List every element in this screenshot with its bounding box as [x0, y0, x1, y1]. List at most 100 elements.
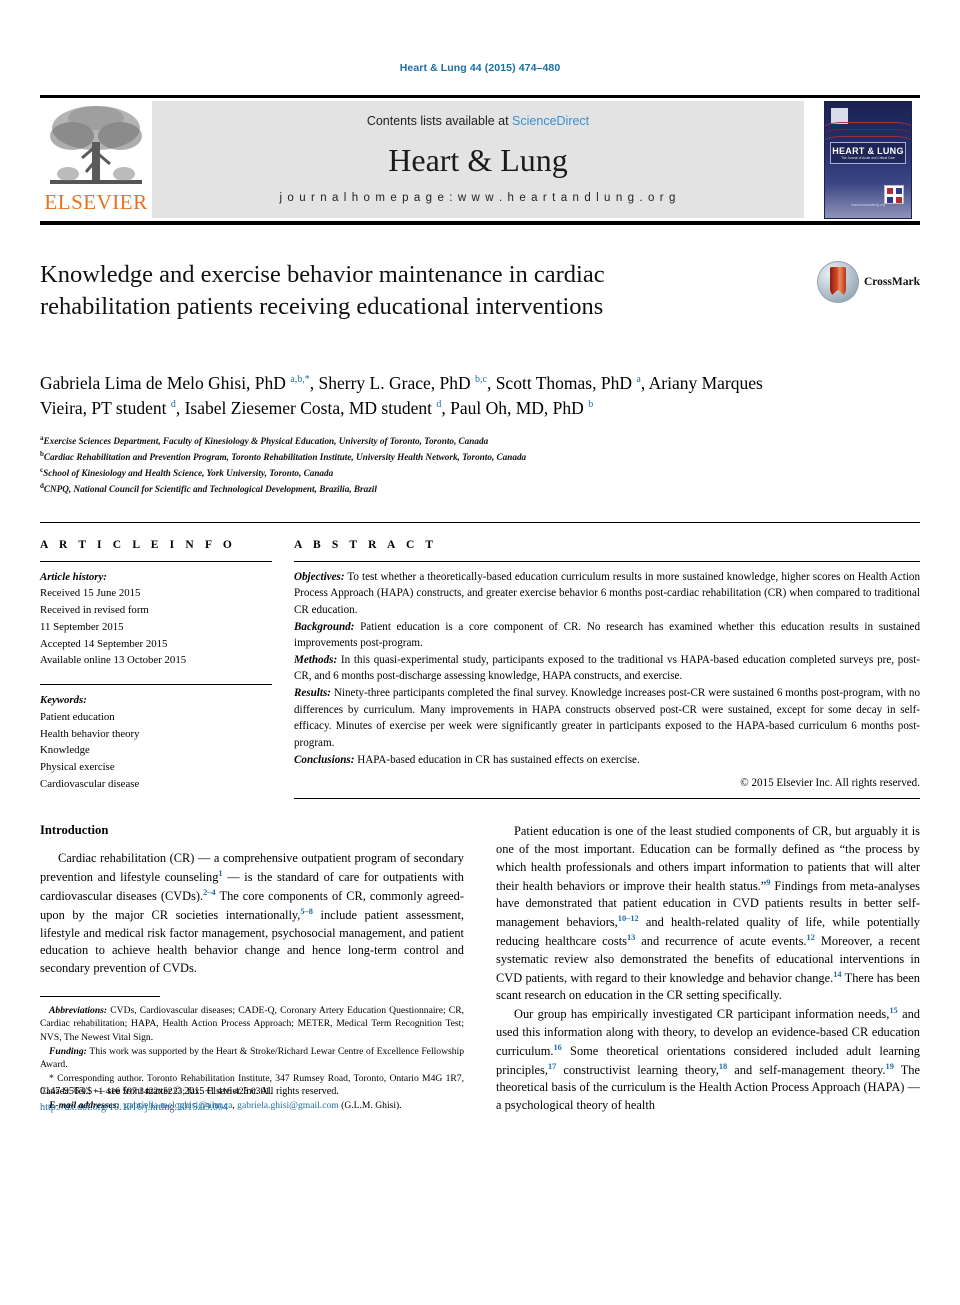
author-list: Gabriela Lima de Melo Ghisi, PhD a,b,*, … [40, 371, 780, 421]
abstract-section-text: Patient education is a core component of… [294, 620, 920, 650]
abstract-rule-bottom [294, 798, 920, 800]
abstract-section-text: Ninety-three participants completed the … [294, 687, 920, 750]
paragraph-text: Our group has empirically investigated C… [514, 1007, 890, 1022]
citation-reference[interactable]: 19 [886, 1062, 894, 1071]
author-name: Isabel Ziesemer Costa, MD student [184, 397, 437, 418]
citation-reference[interactable]: 18 [719, 1062, 727, 1071]
abstract-section-text: HAPA-based education in CR has sustained… [354, 753, 640, 766]
paragraph-text: and recurrence of acute events. [635, 934, 807, 949]
crossmark-label: CrossMark [863, 276, 920, 288]
abstract-text: Objectives: To test whether a theoretica… [294, 569, 920, 769]
body-paragraph: Patient education is one of the least st… [496, 823, 920, 1005]
citation-reference[interactable]: 15 [889, 1006, 897, 1015]
article-history-items: Received 15 June 2015 Received in revised… [40, 585, 272, 669]
contents-list-line: Contents lists available at ScienceDirec… [367, 114, 589, 128]
affiliation-item: dCNPQ, National Council for Scientific a… [40, 481, 920, 497]
affiliation-list: aExercise Sciences Department, Faculty o… [40, 433, 920, 498]
footnote-abbreviations: Abbreviations: CVDs, Cardiovascular dise… [40, 1004, 464, 1045]
title-block: Knowledge and exercise behavior maintena… [40, 259, 920, 355]
body-columns: Introduction Cardiac rehabilitation (CR)… [40, 823, 920, 1115]
article-history-item: Accepted 14 September 2015 [40, 637, 168, 650]
keyword-item: Cardiovascular disease [40, 777, 140, 790]
body-paragraph: Cardiac rehabilitation (CR) — a comprehe… [40, 850, 464, 978]
affiliation-item: cSchool of Kinesiology and Health Scienc… [40, 465, 920, 481]
abstract-section-label: Conclusions: [294, 753, 355, 766]
doi-link[interactable]: http://dx.doi.org/10.1016/j.hrtlng.2015.… [40, 1100, 464, 1115]
citation-reference[interactable]: 10–12 [618, 914, 639, 923]
journal-title: Heart & Lung [388, 142, 568, 178]
author-affiliation-marker: b [588, 399, 594, 411]
info-rule-mid [40, 684, 272, 686]
keyword-item: Physical exercise [40, 760, 115, 773]
author-name: Sherry L. Grace, PhD [318, 373, 475, 393]
abstract-section: Background: Patient education is a core … [294, 619, 920, 652]
elsevier-wordmark: ELSEVIER [44, 190, 148, 214]
author-affiliation-marker: b,c [475, 374, 487, 386]
author-separator: , [640, 373, 649, 393]
article-history-block: Article history: Received 15 June 2015 Re… [40, 569, 272, 669]
crossmark-badge[interactable]: CrossMark [816, 261, 920, 303]
keyword-item: Health behavior theory [40, 727, 140, 740]
citation-reference[interactable]: 5–8 [300, 907, 313, 916]
author-affiliation-marker: a,b,* [290, 374, 310, 386]
paragraph-text: and self-management theory. [727, 1062, 886, 1077]
article-history-label: Article history: [40, 570, 107, 583]
funding-text: This work was supported by the Heart & S… [40, 1045, 464, 1071]
abstract-section-text: In this quasi-experimental study, partic… [294, 653, 920, 683]
article-history-item: Available online 13 October 2015 [40, 654, 187, 667]
running-head: Heart & Lung 44 (2015) 474–480 [399, 62, 561, 74]
body-paragraph: Our group has empirically investigated C… [496, 1005, 920, 1115]
affiliation-item: aExercise Sciences Department, Faculty o… [40, 433, 920, 449]
crossmark-icon [816, 261, 859, 303]
abstract-section: Methods: In this quasi-experimental stud… [294, 652, 920, 685]
article-info-heading: A R T I C L E I N F O [40, 538, 236, 551]
info-rule-top [40, 560, 272, 562]
cover-title: HEART & LUNG [832, 145, 904, 156]
affiliation-item: bCardiac Rehabilitation and Prevention P… [40, 449, 920, 465]
sciencedirect-link[interactable]: ScienceDirect [512, 114, 589, 128]
keywords-label: Keywords: [40, 694, 87, 707]
author-name: Paul Oh, MD, PhD [450, 397, 589, 418]
introduction-heading: Introduction [40, 823, 109, 838]
keyword-item: Knowledge [40, 744, 90, 757]
page-title: Knowledge and exercise behavior maintena… [40, 261, 605, 320]
journal-homepage[interactable]: j o u r n a l h o m e p a g e : w w w . … [279, 192, 676, 204]
keyword-items: Patient education Health behavior theory K… [40, 709, 272, 793]
affiliation-text: School of Kinesiology and Health Science… [43, 468, 334, 479]
issn-doi-block: 0147-9563/$ — see front matter © 2015 El… [40, 1084, 464, 1115]
abstract-rule-top [294, 560, 920, 562]
cover-stamp-icon [884, 184, 904, 204]
abstract-heading: A B S T R A C T [294, 538, 438, 551]
abstract-section-label: Objectives: [294, 570, 345, 583]
abstract-section: Objectives: To test whether a theoretica… [294, 569, 920, 619]
footnote-funding: Funding: This work was supported by the … [40, 1045, 464, 1072]
info-abstract-row: A R T I C L E I N F O Article history: R… [40, 521, 920, 800]
article-history-item: Received 15 June 2015 [40, 587, 141, 600]
contents-prefix: Contents lists available at [366, 114, 513, 128]
author-name: Gabriela Lima de Melo Ghisi, PhD [40, 373, 291, 393]
affiliation-text: Cardiac Rehabilitation and Prevention Pr… [43, 451, 527, 462]
journal-masthead: ELSEVIER Contents lists available at Sci… [40, 95, 920, 225]
paragraph-text: constructivist learning theory, [556, 1062, 719, 1077]
elsevier-logo: ELSEVIER [40, 98, 152, 221]
author-separator: , [309, 373, 319, 393]
article-info-column: A R T I C L E I N F O Article history: R… [40, 539, 272, 800]
abstract-section-text: To test whether a theoretically-based ed… [294, 570, 920, 616]
abstract-section-label: Results: [294, 687, 331, 700]
citation-reference[interactable]: 2–4 [203, 888, 216, 897]
abbreviations-label: Abbreviations: [49, 1004, 108, 1016]
abstract-section-label: Methods: [294, 653, 338, 666]
copyright-line: © 2015 Elsevier Inc. All rights reserved… [740, 777, 920, 790]
abstract-section-label: Background: [294, 620, 355, 633]
affiliation-text: Exercise Sciences Department, Faculty of… [43, 435, 489, 446]
affiliation-text: CNPQ, National Council for Scientific an… [43, 484, 377, 495]
cover-title-bar: HEART & LUNG The Journal of Acute and Cr… [830, 141, 906, 164]
citation-reference[interactable]: 14 [833, 970, 841, 979]
citation-reference[interactable]: 16 [553, 1043, 561, 1052]
citation-reference[interactable]: 12 [807, 933, 815, 942]
body-right-column: Patient education is one of the least st… [496, 823, 920, 1115]
cover-image: HEART & LUNG The Journal of Acute and Cr… [824, 100, 912, 219]
abstract-section: Results: Ninety-three participants compl… [294, 685, 920, 752]
body-right-paragraphs: Patient education is one of the least st… [496, 823, 920, 1115]
cover-subtitle: The Journal of Acute and Critical Care [841, 155, 895, 160]
